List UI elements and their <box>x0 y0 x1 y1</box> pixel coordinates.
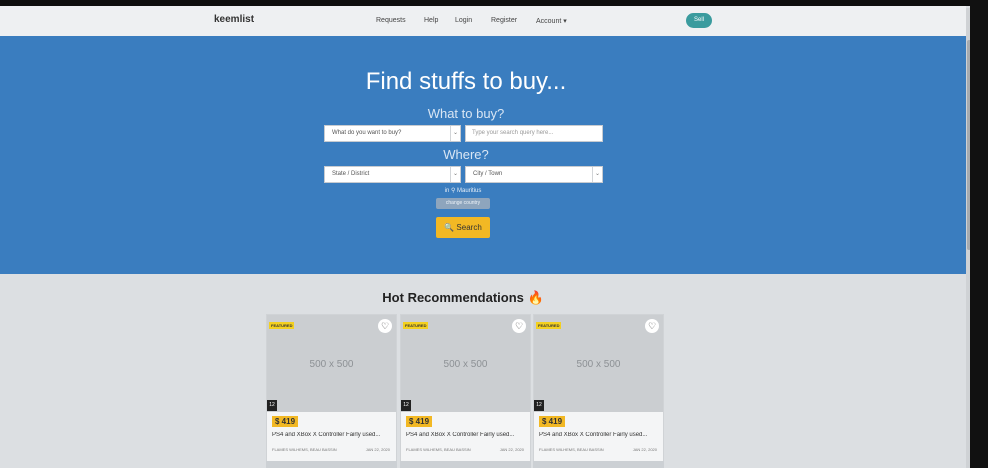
heart-icon[interactable]: ♡ <box>512 319 526 333</box>
section-title: Hot Recommendations 🔥 <box>0 290 926 306</box>
brand-logo[interactable]: keemlist <box>214 14 254 25</box>
price-badge: $ 419 <box>406 416 433 427</box>
state-select[interactable]: State / District ⌄ <box>324 166 461 183</box>
nav-login[interactable]: Login <box>455 17 472 24</box>
image-placeholder-text: 500 x 500 <box>309 359 354 370</box>
photo-count-badge: 12 <box>534 400 544 411</box>
city-select-value: City / Town <box>473 171 503 177</box>
price-badge: $ 419 <box>539 416 566 427</box>
listing-image[interactable]: 500 x 500 FEATURED ♡ 12 <box>401 315 530 412</box>
where-label: Where? <box>443 147 489 162</box>
monitor-bezel-right <box>970 0 988 468</box>
photo-count-badge: 12 <box>267 400 277 411</box>
state-select-value: State / District <box>332 171 370 177</box>
chevron-down-icon: ⌄ <box>450 126 460 141</box>
category-select[interactable]: What do you want to buy? ⌄ <box>324 125 461 142</box>
city-select[interactable]: City / Town ⌄ <box>465 166 603 183</box>
listing-image[interactable]: 500 x 500 FEATURED ♡ 12 <box>534 315 663 412</box>
hero-title: Find stuffs to buy... <box>365 68 567 95</box>
sell-button[interactable]: Sell <box>686 13 712 28</box>
next-row-card-edge <box>266 461 397 468</box>
chevron-down-icon: ⌄ <box>450 167 460 182</box>
price-badge: $ 419 <box>272 416 299 427</box>
change-country-button[interactable]: change country <box>436 198 490 209</box>
listing-date: JAN 22, 2020 <box>499 447 524 452</box>
listing-title[interactable]: PS4 and XBox X Controller Fairly used... <box>272 432 396 438</box>
category-select-value: What do you want to buy? <box>332 130 402 136</box>
listing-date: JAN 22, 2020 <box>365 447 390 452</box>
nav-requests[interactable]: Requests <box>376 17 406 24</box>
image-placeholder-text: 500 x 500 <box>443 359 488 370</box>
section-title-text: Hot Recommendations <box>382 290 524 305</box>
flame-icon: 🔥 <box>527 290 544 305</box>
featured-badge: FEATURED <box>403 322 429 329</box>
listing-title[interactable]: PS4 and XBox X Controller Fairly used... <box>406 432 530 438</box>
navbar: keemlist Requests Help Login Register Ac… <box>0 6 966 36</box>
listing-location: FLAMES WILHEMS, BEAU BASSIN <box>539 447 604 452</box>
heart-icon[interactable]: ♡ <box>378 319 392 333</box>
listing-card[interactable]: 500 x 500 FEATURED ♡ 12 $ 419 PS4 and XB… <box>266 314 397 464</box>
current-location: in ⚲ Mauritius <box>444 188 482 194</box>
nav-help[interactable]: Help <box>424 17 438 24</box>
listing-title[interactable]: PS4 and XBox X Controller Fairly used... <box>539 432 663 438</box>
nav-register[interactable]: Register <box>491 17 517 24</box>
heart-icon[interactable]: ♡ <box>645 319 659 333</box>
listing-card[interactable]: 500 x 500 FEATURED ♡ 12 $ 419 PS4 and XB… <box>400 314 531 464</box>
listing-location: FLAMES WILHEMS, BEAU BASSIN <box>272 447 337 452</box>
screen: keemlist Requests Help Login Register Ac… <box>0 0 988 468</box>
next-row-card-edge <box>400 461 531 468</box>
listing-date: JAN 22, 2020 <box>632 447 657 452</box>
featured-badge: FEATURED <box>536 322 562 329</box>
listing-image[interactable]: 500 x 500 FEATURED ♡ 12 <box>267 315 396 412</box>
chevron-down-icon: ⌄ <box>592 167 602 182</box>
search-input[interactable]: Type your search query here... <box>465 125 603 142</box>
next-row-card-edge <box>533 461 664 468</box>
nav-account-dropdown[interactable]: Account ▾ <box>536 17 567 25</box>
hero-search-panel: Find stuffs to buy... What to buy? What … <box>0 36 966 274</box>
photo-count-badge: 12 <box>401 400 411 411</box>
what-label: What to buy? <box>427 106 505 121</box>
listing-card[interactable]: 500 x 500 FEATURED ♡ 12 $ 419 PS4 and XB… <box>533 314 664 464</box>
featured-badge: FEATURED <box>269 322 295 329</box>
image-placeholder-text: 500 x 500 <box>576 359 621 370</box>
search-button[interactable]: 🔍 Search <box>436 217 490 238</box>
listing-location: FLAMES WILHEMS, BEAU BASSIN <box>406 447 471 452</box>
